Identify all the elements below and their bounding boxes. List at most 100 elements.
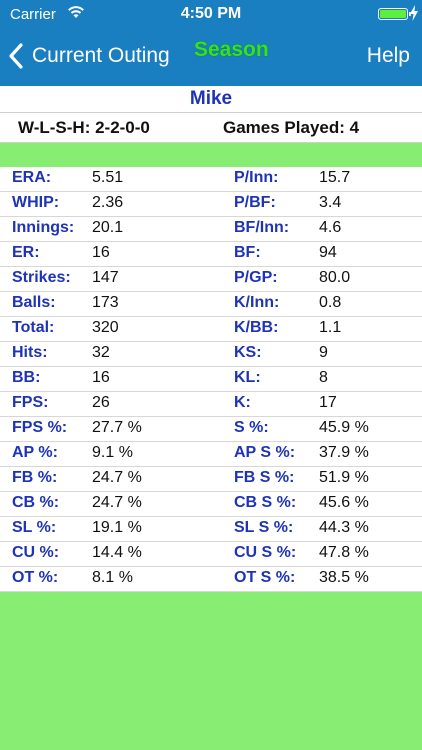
- stat-value: 1.1: [319, 319, 342, 336]
- stat-label: Hits:: [12, 344, 48, 361]
- stat-row: Innings: 20.1 BF/Inn: 4.6: [0, 217, 422, 242]
- stat-label: ER:: [12, 244, 40, 261]
- chevron-left-icon: [9, 43, 23, 69]
- stat-value: 9: [319, 344, 328, 361]
- stat-label: FPS %:: [12, 419, 68, 436]
- stat-value: 44.3 %: [319, 519, 369, 536]
- stat-row: ER: 16 BF: 94: [0, 242, 422, 267]
- stat-label: P/BF:: [234, 194, 276, 211]
- stat-value: 45.9 %: [319, 419, 369, 436]
- back-button-label: Current Outing: [32, 44, 170, 67]
- stat-label: CB %:: [12, 494, 60, 511]
- stat-value: 15.7: [319, 169, 351, 186]
- player-name: Mike: [189, 88, 233, 109]
- charging-icon: [410, 5, 418, 21]
- stat-value: 47.8 %: [319, 544, 369, 561]
- stat-value: 9.1 %: [92, 444, 133, 461]
- stat-value: 0.8: [319, 294, 342, 311]
- stat-row: FPS %: 27.7 % S %: 45.9 %: [0, 417, 422, 442]
- stat-row: CB %: 24.7 % CB S %: 45.6 %: [0, 492, 422, 517]
- stat-label: WHIP:: [12, 194, 60, 211]
- stat-row: Strikes: 147 P/GP: 80.0: [0, 267, 422, 292]
- stat-label: Total:: [12, 319, 55, 336]
- stat-label: Innings:: [12, 219, 75, 236]
- stat-label: S %:: [234, 419, 269, 436]
- stat-value: 4.6: [319, 219, 342, 236]
- stat-row: SL %: 19.1 % SL S %: 44.3 %: [0, 517, 422, 542]
- stat-value: 16: [92, 244, 110, 261]
- stat-value: 173: [92, 294, 119, 311]
- stat-value: 20.1: [92, 219, 124, 236]
- stat-label: Strikes:: [12, 269, 71, 286]
- stat-value: 147: [92, 269, 119, 286]
- stat-value: 8: [319, 369, 328, 386]
- stat-row: Balls: 173 K/Inn: 0.8: [0, 292, 422, 317]
- stat-row: FPS: 26 K: 17: [0, 392, 422, 417]
- stat-value: 2.36: [92, 194, 124, 211]
- stat-label: KS:: [234, 344, 262, 361]
- stat-value: 27.7 %: [92, 419, 142, 436]
- stat-value: 32: [92, 344, 110, 361]
- stat-row: Hits: 32 KS: 9: [0, 342, 422, 367]
- stat-value: 17: [319, 394, 337, 411]
- stat-row: OT %: 8.1 % OT S %: 38.5 %: [0, 567, 422, 592]
- stat-label: FB S %:: [234, 469, 295, 486]
- stat-value: 51.9 %: [319, 469, 369, 486]
- stat-value: 24.7 %: [92, 469, 142, 486]
- stat-label: FPS:: [12, 394, 49, 411]
- page-title: Season: [194, 38, 269, 61]
- stat-value: 14.4 %: [92, 544, 142, 561]
- stat-label: P/Inn:: [234, 169, 279, 186]
- stat-value: 45.6 %: [319, 494, 369, 511]
- stat-label: OT S %:: [234, 569, 296, 586]
- stat-row: FB %: 24.7 % FB S %: 51.9 %: [0, 467, 422, 492]
- stat-row: AP %: 9.1 % AP S %: 37.9 %: [0, 442, 422, 467]
- stat-label: CU S %:: [234, 544, 297, 561]
- stat-value: 8.1 %: [92, 569, 133, 586]
- stat-value: 5.51: [92, 169, 124, 186]
- footer-area: [0, 592, 422, 750]
- stat-label: ERA:: [12, 169, 52, 186]
- stat-label: BF:: [234, 244, 261, 261]
- help-button[interactable]: Help: [367, 44, 410, 68]
- stat-label: Balls:: [12, 294, 56, 311]
- stat-value: 80.0: [319, 269, 351, 286]
- stats-table: ERA: 5.51 P/Inn: 15.7 WHIP: 2.36 P/BF: 3.4 Innin…: [0, 167, 422, 592]
- stat-row: CU %: 14.4 % CU S %: 47.8 %: [0, 542, 422, 567]
- stat-label: K/BB:: [234, 319, 279, 336]
- stat-label: P/GP:: [234, 269, 278, 286]
- stat-label: AP S %:: [234, 444, 296, 461]
- stat-row: ERA: 5.51 P/Inn: 15.7: [0, 167, 422, 192]
- stat-value: 26: [92, 394, 110, 411]
- stat-label: BB:: [12, 369, 41, 386]
- stat-label: KL:: [234, 369, 261, 386]
- back-button[interactable]: Current Outing: [8, 38, 170, 74]
- stat-value: 38.5 %: [319, 569, 369, 586]
- status-bar: Carrier 4:50 PM: [0, 0, 422, 30]
- stat-label: SL %:: [12, 519, 57, 536]
- stat-label: OT %:: [12, 569, 59, 586]
- stat-label: K/Inn:: [234, 294, 280, 311]
- battery-icon: [378, 8, 411, 20]
- stat-row: BB: 16 KL: 8: [0, 367, 422, 392]
- divider: [0, 112, 422, 113]
- stat-value: 3.4: [319, 194, 342, 211]
- stat-value: 19.1 %: [92, 519, 142, 536]
- stat-value: 24.7 %: [92, 494, 142, 511]
- status-time: 4:50 PM: [180, 5, 242, 22]
- stat-value: 320: [92, 319, 119, 336]
- stat-label: SL S %:: [234, 519, 294, 536]
- stat-label: K:: [234, 394, 251, 411]
- stat-value: 37.9 %: [319, 444, 369, 461]
- stat-row: WHIP: 2.36 P/BF: 3.4: [0, 192, 422, 217]
- stat-label: CU %:: [12, 544, 60, 561]
- stat-label: BF/Inn:: [234, 219, 290, 236]
- stat-label: CB S %:: [234, 494, 297, 511]
- stat-label: FB %:: [12, 469, 58, 486]
- games-played: Games Played: 4: [223, 118, 360, 137]
- header-band: [0, 143, 422, 167]
- stat-row: Total: 320 K/BB: 1.1: [0, 317, 422, 342]
- stat-value: 94: [319, 244, 337, 261]
- stat-value: 16: [92, 369, 110, 386]
- record-summary: W-L-S-H: 2-2-0-0: [18, 118, 150, 137]
